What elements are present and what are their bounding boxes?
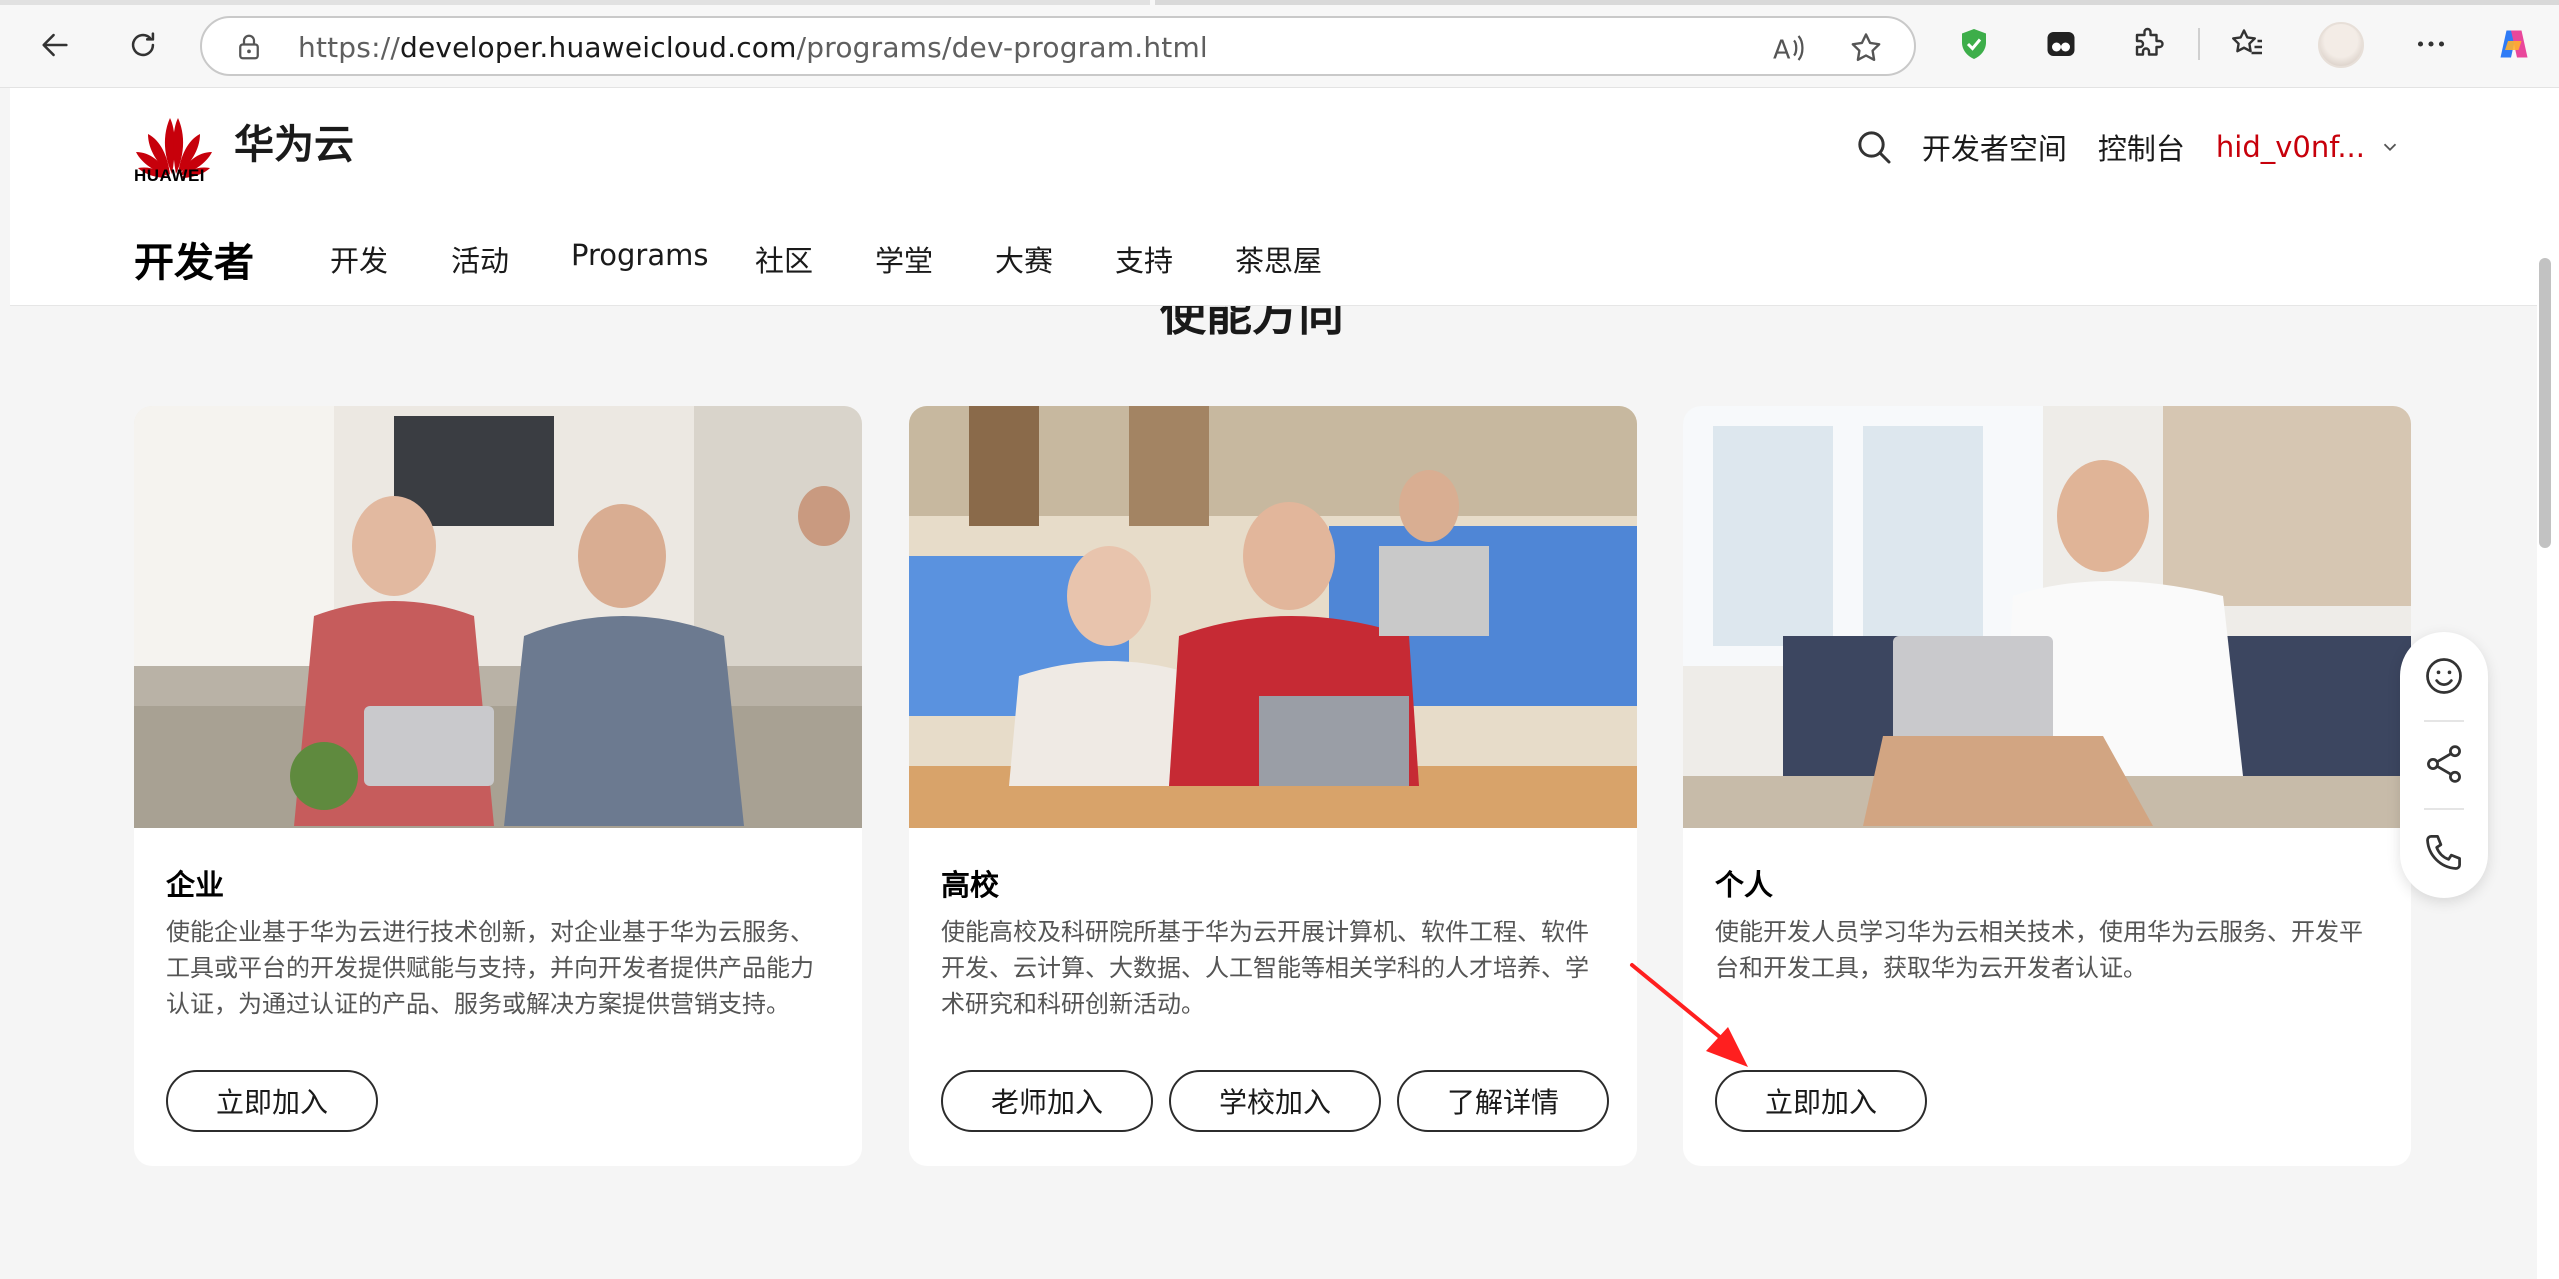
shield-extension-icon[interactable]: [1954, 24, 1994, 64]
card-enterprise: 企业 使能企业基于华为云进行技术创新，对企业基于华为云服务、工具或平台的开发提供…: [134, 406, 862, 1166]
chevron-down-icon[interactable]: [2379, 136, 2401, 158]
section-title[interactable]: 开发者: [134, 230, 254, 288]
tab-strip: [1155, 0, 2559, 5]
page-scrollbar-thumb[interactable]: [2539, 258, 2551, 548]
learn-more-button[interactable]: 了解详情: [1397, 1070, 1609, 1132]
refresh-button[interactable]: [118, 20, 168, 70]
card-title: 高校: [941, 868, 1000, 902]
site-header: HUAWEI 华为云 开发者空间 控制台 hid_v0nf... 开发者 开发 …: [10, 88, 2547, 306]
join-now-button[interactable]: 立即加入: [1715, 1070, 1927, 1132]
enterprise-photo: [134, 406, 862, 828]
annotation-arrow-icon: [1630, 963, 1748, 1067]
main-nav: 开发 活动 Programs 社区 学堂 大赛 支持 茶思屋: [330, 238, 1375, 280]
school-join-button[interactable]: 学校加入: [1169, 1070, 1381, 1132]
card-title: 个人: [1715, 868, 1774, 902]
teacher-join-button[interactable]: 老师加入: [941, 1070, 1153, 1132]
floating-toolbar: [2400, 632, 2488, 898]
copilot-icon[interactable]: [2494, 24, 2534, 64]
search-icon[interactable]: [1854, 127, 1894, 167]
svg-text:A: A: [1773, 36, 1791, 66]
toolbar-divider: [2424, 808, 2464, 810]
nav-item-tea-house[interactable]: 茶思屋: [1235, 238, 1375, 280]
nav-item-develop[interactable]: 开发: [330, 238, 451, 280]
logo-wordmark: HUAWEI: [134, 166, 205, 185]
nav-item-activities[interactable]: 活动: [451, 238, 571, 280]
card-title: 企业: [166, 868, 225, 902]
lock-icon[interactable]: [234, 32, 264, 62]
toolbar-divider: [2198, 28, 2200, 60]
nav-item-support[interactable]: 支持: [1115, 238, 1235, 280]
nav-item-community[interactable]: 社区: [755, 238, 875, 280]
browser-toolbar: https://developer.huaweicloud.com/progra…: [0, 0, 2559, 88]
more-menu-icon[interactable]: [2411, 24, 2451, 64]
card-description: 使能企业基于华为云进行技术创新，对企业基于华为云服务、工具或平台的开发提供赋能与…: [166, 918, 814, 1018]
card-actions: 立即加入: [166, 1070, 378, 1132]
card-actions: 老师加入 学校加入 了解详情: [941, 1070, 1609, 1132]
university-photo: [909, 406, 1637, 828]
nav-item-programs[interactable]: Programs: [571, 238, 755, 280]
section-heading: 使能方向: [1160, 306, 1344, 341]
favorites-icon[interactable]: [2227, 24, 2267, 64]
smile-icon[interactable]: [2422, 654, 2466, 698]
address-bar[interactable]: https://developer.huaweicloud.com/progra…: [200, 16, 1916, 76]
nav-item-competition[interactable]: 大赛: [995, 238, 1115, 280]
join-now-button[interactable]: 立即加入: [166, 1070, 378, 1132]
back-arrow-icon: [42, 33, 68, 57]
extension-icon[interactable]: [2041, 24, 2081, 64]
card-description: 使能高校及科研院所基于华为云开展计算机、软件工程、软件开发、云计算、大数据、人工…: [941, 918, 1589, 1018]
tab-strip: [0, 0, 1150, 5]
card-university: 高校 使能高校及科研院所基于华为云开展计算机、软件工程、软件开发、云计算、大数据…: [909, 406, 1637, 1166]
profile-avatar[interactable]: [2318, 22, 2364, 68]
card-individual: 个人 使能开发人员学习华为云相关技术，使用华为云服务、开发平台和开发工具，获取华…: [1683, 406, 2411, 1166]
toolbar-divider: [2424, 720, 2464, 722]
phone-icon[interactable]: [2422, 830, 2466, 874]
share-icon[interactable]: [2422, 742, 2466, 786]
nav-item-academy[interactable]: 学堂: [875, 238, 995, 280]
console-link[interactable]: 控制台: [2098, 126, 2185, 168]
favorite-star-icon[interactable]: [1848, 30, 1884, 66]
brand-name[interactable]: 华为云: [234, 112, 354, 170]
user-menu[interactable]: hid_v0nf...: [2216, 130, 2365, 164]
individual-photo: [1683, 406, 2411, 828]
url-text[interactable]: https://developer.huaweicloud.com/progra…: [298, 31, 1208, 64]
content-area: 使能方向 企业 使能企业基于华为云进行技术创新，对企业基于华为云服务、工具或平台…: [10, 306, 2537, 1279]
extensions-puzzle-icon[interactable]: [2129, 24, 2169, 64]
card-description: 使能开发人员学习华为云相关技术，使用华为云服务、开发平台和开发工具，获取华为云开…: [1715, 918, 2363, 982]
back-button[interactable]: [30, 20, 80, 70]
developer-space-link[interactable]: 开发者空间: [1922, 126, 2067, 168]
header-actions: 开发者空间 控制台 hid_v0nf...: [1854, 126, 2401, 168]
read-aloud-icon[interactable]: A: [1770, 30, 1806, 66]
card-actions: 立即加入: [1715, 1070, 1927, 1132]
refresh-icon: [131, 32, 155, 57]
